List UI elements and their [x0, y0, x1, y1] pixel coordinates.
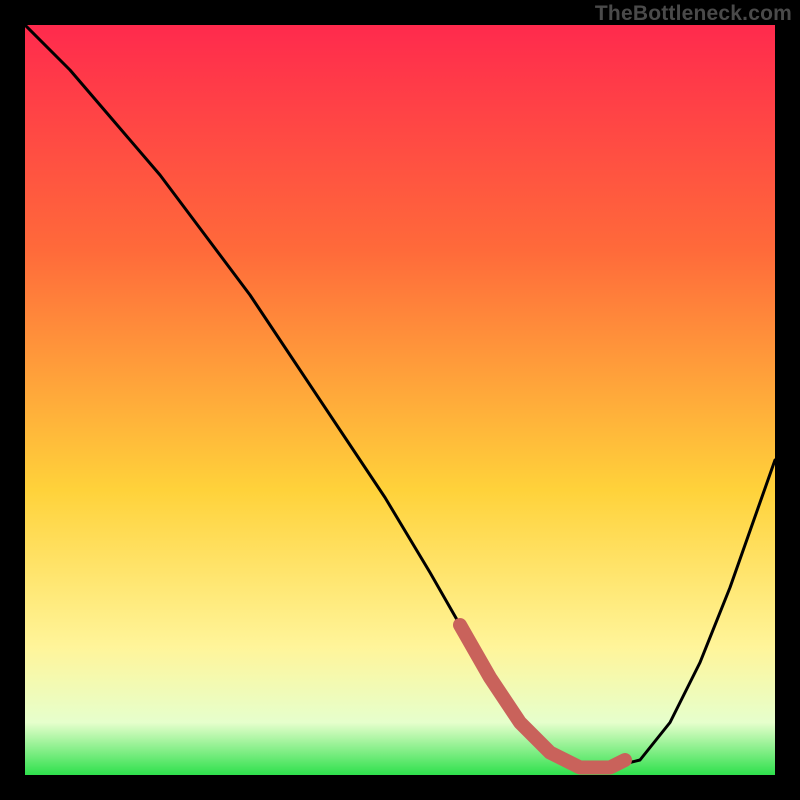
- plot-area: [25, 25, 775, 775]
- chart-page: TheBottleneck.com: [0, 0, 800, 800]
- chart-svg: [25, 25, 775, 775]
- gradient-background: [25, 25, 775, 775]
- watermark-text: TheBottleneck.com: [595, 2, 792, 26]
